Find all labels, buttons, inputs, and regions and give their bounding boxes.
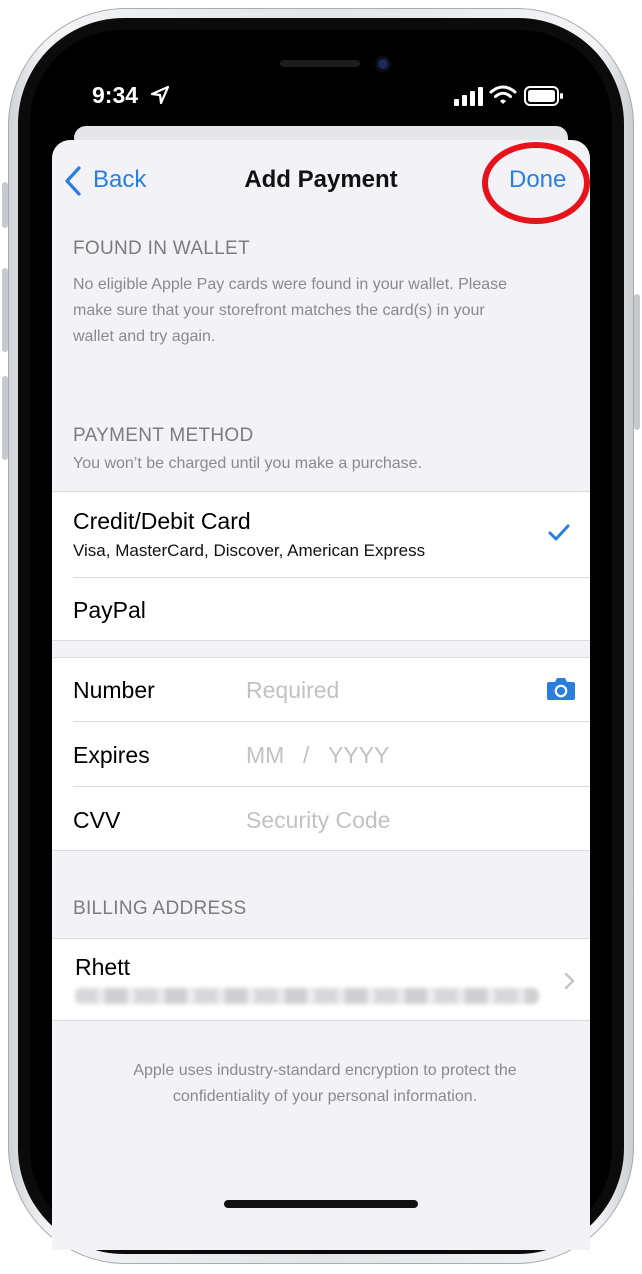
payment-option-paypal[interactable]: PayPal <box>52 578 590 640</box>
checkmark-icon <box>548 524 570 541</box>
divider <box>52 640 590 641</box>
cellular-signal-icon <box>454 87 483 106</box>
found-in-wallet-header: FOUND IN WALLET <box>73 238 250 259</box>
found-in-wallet-note-line-2: make sure that your storefront matches t… <box>73 302 485 319</box>
billing-address-header: BILLING ADDRESS <box>73 898 247 919</box>
divider <box>52 657 590 658</box>
notch <box>178 30 464 96</box>
redacted-address <box>75 988 539 1004</box>
battery-icon <box>524 86 563 106</box>
found-in-wallet-note-line-3: wallet and try again. <box>73 328 216 345</box>
status-time: 9:34 <box>92 82 139 108</box>
number-label: Number <box>73 677 155 703</box>
divider <box>73 786 590 787</box>
payment-option-subtitle: Visa, MasterCard, Discover, American Exp… <box>73 541 426 560</box>
divider <box>73 721 590 722</box>
payment-option-title: PayPal <box>73 597 146 623</box>
cvv-label: CVV <box>73 807 121 833</box>
expiry-divider: / <box>303 742 310 768</box>
found-in-wallet-note-line-1: No eligible Apple Pay cards were found i… <box>73 276 508 293</box>
expiry-month-input[interactable]: MM <box>246 742 284 769</box>
add-payment-sheet: Back Add Payment Done FOUND IN WALLET No… <box>52 140 590 1250</box>
home-indicator[interactable] <box>224 1200 418 1208</box>
billing-name: Rhett <box>75 954 130 980</box>
encryption-note-line-2: confidentiality of your personal informa… <box>172 1088 478 1105</box>
volume-up-button <box>2 268 8 352</box>
camera-icon[interactable] <box>546 677 576 701</box>
wifi-icon <box>489 85 517 104</box>
divider <box>52 850 590 851</box>
divider <box>52 938 590 939</box>
location-arrow-icon <box>150 85 170 105</box>
front-camera <box>378 59 388 69</box>
expires-label: Expires <box>73 742 150 768</box>
payment-method-note: You won’t be charged until you make a pu… <box>73 455 422 472</box>
payment-method-header: PAYMENT METHOD <box>73 425 254 446</box>
divider <box>52 1020 590 1021</box>
expiry-year-input[interactable]: YYYY <box>328 742 389 769</box>
payment-option-credit-debit[interactable]: Credit/Debit Card Visa, MasterCard, Disc… <box>52 492 590 577</box>
cvv-input[interactable]: Security Code <box>246 807 390 834</box>
chevron-right-icon <box>564 972 575 990</box>
power-button <box>634 294 640 430</box>
card-details-form: Number Required Expires MM / YYYY CVV Se… <box>52 657 590 851</box>
billing-address-row[interactable]: Rhett <box>52 938 590 1021</box>
card-number-input[interactable]: Required <box>246 677 536 704</box>
speaker-grille <box>280 60 360 67</box>
silent-switch <box>2 182 8 228</box>
volume-down-button <box>2 376 8 460</box>
encryption-note-line-1: Apple uses industry-standard encryption … <box>133 1062 517 1079</box>
payment-method-list: Credit/Debit Card Visa, MasterCard, Disc… <box>52 491 590 641</box>
done-button[interactable]: Done <box>509 166 566 194</box>
payment-option-title: Credit/Debit Card <box>73 508 251 534</box>
